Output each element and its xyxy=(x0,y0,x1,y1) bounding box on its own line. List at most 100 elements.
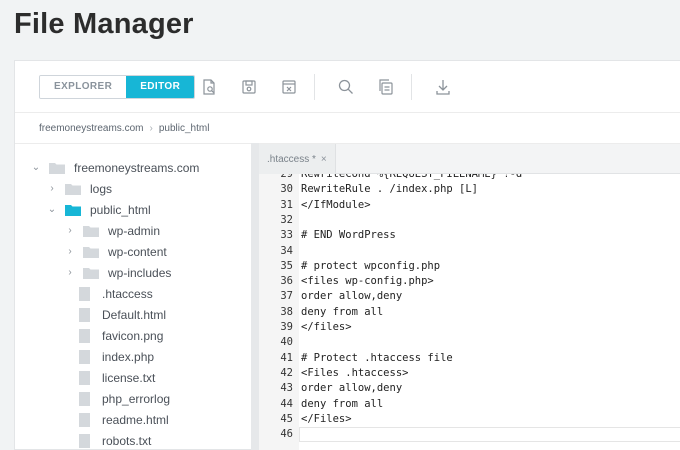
chevron-down-icon[interactable]: ⌄ xyxy=(31,163,41,173)
file-icon xyxy=(79,287,90,301)
code-line: 40 xyxy=(259,335,680,350)
folder-icon xyxy=(83,267,99,279)
editor-tab-bar: .htaccess * × xyxy=(259,144,680,174)
tree-item-index-php[interactable]: index.php xyxy=(65,347,154,367)
chevron-right-icon[interactable]: › xyxy=(65,226,75,236)
tree-item-public-html[interactable]: ⌄ public_html xyxy=(47,200,151,220)
tree-item-readme-html[interactable]: readme.html xyxy=(65,410,169,430)
code-text: <files wp-config.php> xyxy=(301,275,434,288)
line-number: 46 xyxy=(280,428,293,441)
file-manager-panel: EXPLORER EDITOR freemoneystreams.com › p… xyxy=(14,60,680,450)
code-line: 46 xyxy=(259,427,680,442)
tree-item-freemoneystreams-com[interactable]: ⌄ freemoneystreams.com xyxy=(31,158,200,178)
explorer-mode-button[interactable]: EXPLORER xyxy=(40,76,127,98)
code-text: </IfModule> xyxy=(301,198,371,211)
close-file-icon[interactable] xyxy=(279,77,299,97)
line-number: 38 xyxy=(280,305,293,318)
code-text: # protect wpconfig.php xyxy=(301,259,441,272)
breadcrumb-item-root[interactable]: freemoneystreams.com xyxy=(39,123,143,134)
code-line: 38 deny from all xyxy=(259,305,680,320)
code-text: deny from all xyxy=(301,397,384,410)
tree-item-label: freemoneystreams.com xyxy=(74,161,200,175)
chevron-right-icon[interactable]: › xyxy=(47,184,57,194)
tree-item-wp-includes[interactable]: › wp-includes xyxy=(65,263,171,283)
chevron-right-icon[interactable]: › xyxy=(65,268,75,278)
code-text: </files> xyxy=(301,321,352,333)
save-icon[interactable] xyxy=(239,77,259,97)
line-number: 32 xyxy=(280,213,293,226)
toolbar-divider xyxy=(411,74,412,100)
line-number: 43 xyxy=(280,382,293,395)
code-line: 36 <files wp-config.php> xyxy=(259,274,680,289)
line-number: 44 xyxy=(280,397,293,410)
breadcrumb: freemoneystreams.com › public_html xyxy=(39,123,209,134)
line-number: 42 xyxy=(280,366,293,379)
code-text: deny from all xyxy=(301,305,384,318)
breadcrumb-item-current[interactable]: public_html xyxy=(159,123,210,134)
code-line: 30 RewriteRule . /index.php [L] xyxy=(259,182,680,197)
line-number: 30 xyxy=(280,183,293,196)
line-number: 39 xyxy=(280,321,293,333)
line-number: 31 xyxy=(280,198,293,211)
code-line: 41 # Protect .htaccess file xyxy=(259,351,680,366)
folder-icon xyxy=(65,204,81,216)
code-line: 33 # END WordPress xyxy=(259,228,680,243)
code-line: 44 deny from all xyxy=(259,397,680,412)
code-area[interactable]: 29 RewriteCond %{REQUEST_FILENAME} !-d 30 R… xyxy=(259,174,680,450)
tab-htaccess[interactable]: .htaccess * × xyxy=(259,144,336,174)
tree-item-favicon-png[interactable]: favicon.png xyxy=(65,326,163,346)
copy-icon[interactable] xyxy=(376,77,396,97)
tree-item-default-html[interactable]: Default.html xyxy=(65,305,166,325)
file-icon xyxy=(79,329,90,343)
code-text: order allow,deny xyxy=(301,382,403,395)
file-icon xyxy=(79,434,90,448)
code-text: # END WordPress xyxy=(301,229,396,242)
tree-item-label: favicon.png xyxy=(102,329,164,343)
code-editor: .htaccess * × 29 RewriteCond %{REQUEST_FI… xyxy=(259,143,680,450)
line-number: 41 xyxy=(280,351,293,364)
line-number: 40 xyxy=(280,336,293,349)
code-line: 43 order allow,deny xyxy=(259,381,680,396)
file-search-icon[interactable] xyxy=(199,77,219,97)
tree-item-label: wp-admin xyxy=(108,224,161,238)
line-number: 36 xyxy=(280,275,293,288)
folder-icon xyxy=(49,162,65,174)
download-icon[interactable] xyxy=(433,77,453,97)
code-text: # Protect .htaccess file xyxy=(301,351,453,364)
tree-item-label: license.txt xyxy=(102,371,156,385)
file-icon xyxy=(79,413,90,427)
tree-item-label: php_errorlog xyxy=(102,392,171,406)
tree-item-htaccess[interactable]: .htaccess xyxy=(65,284,153,304)
code-text: <Files .htaccess> xyxy=(301,366,409,379)
code-text: </Files> xyxy=(301,412,352,425)
tree-item-label: robots.txt xyxy=(102,434,152,448)
code-text: order allow,deny xyxy=(301,290,403,303)
chevron-right-icon: › xyxy=(149,123,153,134)
tree-item-logs[interactable]: › logs xyxy=(47,179,112,199)
search-icon[interactable] xyxy=(336,77,356,97)
toolbar-divider xyxy=(314,74,315,100)
editor-mode-button[interactable]: EDITOR xyxy=(126,76,195,98)
folder-icon xyxy=(83,225,99,237)
code-line: 31 </IfModule> xyxy=(259,198,680,213)
file-icon xyxy=(79,371,90,385)
tree-item-wp-admin[interactable]: › wp-admin xyxy=(65,221,160,241)
file-icon xyxy=(79,308,90,322)
tree-scrollbar[interactable] xyxy=(251,143,259,450)
chevron-right-icon[interactable]: › xyxy=(65,247,75,257)
page-title: File Manager xyxy=(14,8,194,40)
folder-icon xyxy=(83,246,99,258)
tree-item-php-errorlog[interactable]: php_errorlog xyxy=(65,389,170,409)
tree-item-wp-content[interactable]: › wp-content xyxy=(65,242,166,262)
tree-item-robots-txt[interactable]: robots.txt xyxy=(65,431,151,450)
toolbar: EXPLORER EDITOR xyxy=(15,61,680,113)
tree-item-label: logs xyxy=(90,182,113,196)
code-line: 45 </Files> xyxy=(259,412,680,427)
line-number: 34 xyxy=(280,244,293,257)
code-text: RewriteCond %{REQUEST_FILENAME} !-d xyxy=(301,174,523,180)
close-icon[interactable]: × xyxy=(321,154,327,165)
line-number: 37 xyxy=(280,290,293,303)
tree-item-license-txt[interactable]: license.txt xyxy=(65,368,155,388)
chevron-down-icon[interactable]: ⌄ xyxy=(47,205,57,215)
line-number: 45 xyxy=(280,412,293,425)
